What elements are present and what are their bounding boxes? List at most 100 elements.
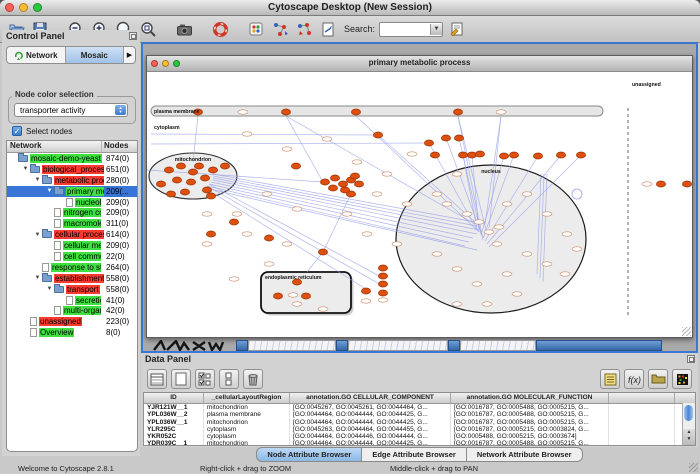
node-label-oval[interactable] — [372, 192, 382, 196]
table-row[interactable]: YPL036W__2plasma membrane[GO:0044464, GO… — [144, 411, 695, 418]
heatmap-icon[interactable] — [672, 369, 692, 389]
node-label-oval[interactable] — [292, 302, 302, 306]
node-label-oval[interactable] — [378, 298, 388, 302]
node-label-oval[interactable] — [562, 232, 572, 236]
network-node[interactable] — [281, 109, 290, 115]
attribute-select-icon[interactable] — [147, 369, 167, 389]
plugin-grid-icon[interactable] — [246, 20, 266, 39]
tab-node-attribute-browser[interactable]: Node Attribute Browser — [256, 447, 362, 462]
table-cell[interactable]: [GO:0045263, GO:0044464, GO:0044455, G..… — [290, 426, 451, 433]
table-cell[interactable]: YLR295C — [144, 426, 204, 433]
delete-attribute-icon[interactable] — [243, 369, 263, 389]
attribute-list-icon[interactable] — [600, 369, 620, 389]
new-attribute-icon[interactable] — [171, 369, 191, 389]
tab-network[interactable]: Network — [7, 47, 66, 63]
table-cell[interactable]: cytoplasm — [204, 433, 290, 440]
network-node[interactable] — [176, 163, 185, 169]
node-label-oval[interactable] — [484, 230, 494, 234]
network-node[interactable] — [656, 181, 665, 187]
table-cell[interactable] — [609, 440, 675, 446]
tree-row[interactable]: ▼primary metabolic process209(... — [7, 186, 137, 197]
network-node[interactable] — [576, 152, 585, 158]
network-node[interactable] — [180, 189, 189, 195]
network-node[interactable] — [378, 265, 387, 271]
node-label-oval[interactable] — [472, 282, 482, 286]
table-column-header[interactable]: ID — [144, 393, 204, 403]
network-node[interactable] — [291, 163, 300, 169]
import-folder-icon[interactable] — [648, 369, 668, 389]
table-column-header[interactable]: annotation.GO MOLECULAR_FUNCTION — [451, 393, 609, 403]
node-label-oval[interactable] — [402, 202, 412, 206]
network-node[interactable] — [206, 193, 215, 199]
network-node[interactable] — [328, 185, 337, 191]
tab-network-attribute-browser[interactable]: Network Attribute Browser — [467, 447, 583, 462]
table-cell[interactable]: YDR039C__1 — [144, 440, 204, 446]
search-dropdown-arrow[interactable]: ▼ — [430, 24, 442, 35]
node-label-oval[interactable] — [452, 267, 462, 271]
network-node[interactable] — [164, 167, 173, 173]
node-label-oval[interactable] — [282, 242, 292, 246]
table-row[interactable]: YLR295Ccytoplasm[GO:0045263, GO:0044464,… — [144, 426, 695, 433]
network-node[interactable] — [556, 152, 565, 158]
snapshot-icon[interactable] — [174, 20, 194, 39]
node-label-oval[interactable] — [292, 207, 302, 211]
node-label-oval[interactable] — [452, 172, 462, 176]
help-icon[interactable] — [210, 20, 230, 39]
network-node[interactable] — [499, 153, 508, 159]
network-node[interactable] — [454, 135, 463, 141]
table-cell[interactable]: mitochondrion — [204, 404, 290, 411]
node-label-oval[interactable] — [482, 302, 492, 306]
table-cell[interactable] — [609, 404, 675, 411]
network-node[interactable] — [453, 109, 462, 115]
node-label-oval[interactable] — [474, 220, 484, 224]
network-node[interactable] — [378, 273, 387, 279]
tab-overflow-arrow[interactable]: ▶ — [124, 47, 135, 63]
tree-row[interactable]: nitrogen compound209(0) — [7, 207, 137, 218]
network-node[interactable] — [301, 293, 310, 299]
table-cell[interactable] — [609, 411, 675, 418]
network-node[interactable] — [318, 249, 327, 255]
layout-2-icon[interactable] — [294, 20, 314, 39]
formula-icon[interactable]: f(x) — [624, 369, 644, 389]
search-input[interactable]: ▼ — [379, 22, 443, 37]
network-node[interactable] — [206, 231, 215, 237]
table-cell[interactable]: cytoplasm — [204, 426, 290, 433]
network-node[interactable] — [200, 175, 209, 181]
tab-edge-attribute-browser[interactable]: Edge Attribute Browser — [362, 447, 466, 462]
network-node[interactable] — [338, 181, 347, 187]
node-label-oval[interactable] — [382, 172, 392, 176]
table-row[interactable]: YDR039C__1mitochondrion[GO:0044464, GO:0… — [144, 440, 695, 446]
node-label-oval[interactable] — [392, 242, 402, 246]
table-cell[interactable]: [GO:0005488, GO:0005215, GO:0003674] — [451, 433, 609, 440]
network-node[interactable] — [220, 163, 229, 169]
table-row[interactable]: YKR052Ccytoplasm[GO:0044464, GO:0044446,… — [144, 433, 695, 440]
node-label-oval[interactable] — [442, 202, 452, 206]
node-label-oval[interactable] — [262, 192, 272, 196]
tree-row[interactable]: ▼metabolic process280(0) — [7, 175, 137, 186]
node-label-oval[interactable] — [288, 293, 298, 297]
node-label-oval[interactable] — [522, 192, 532, 196]
network-node[interactable] — [273, 293, 282, 299]
node-label-oval[interactable] — [452, 302, 462, 306]
table-cell[interactable]: [GO:0044464, GO:0044446, GO:0044444, G..… — [290, 433, 451, 440]
network-node[interactable] — [194, 163, 203, 169]
table-cell[interactable]: mitochondrion — [204, 440, 290, 446]
table-cell[interactable]: [GO:0044464, GO:0044444, GO:0044425, G..… — [290, 411, 451, 418]
tree-row[interactable]: multi-organism process42(0) — [7, 305, 137, 316]
tree-column-nodes[interactable]: Nodes — [102, 141, 137, 152]
tree-row[interactable]: mosaic-demo-yeast874(0) — [7, 153, 137, 164]
node-label-oval[interactable] — [462, 212, 472, 216]
network-node[interactable] — [682, 181, 691, 187]
network-window-titlebar[interactable]: primary metabolic process — [147, 56, 692, 72]
network-node[interactable] — [373, 132, 382, 138]
tree-row[interactable]: nucleobase-containing209(0) — [7, 197, 137, 208]
network-node[interactable] — [330, 175, 339, 181]
node-label-oval[interactable] — [242, 132, 252, 136]
float-data-panel-icon[interactable] — [687, 355, 695, 363]
tree-row[interactable]: unassigned223(0) — [7, 316, 137, 327]
window-resize-grip-icon[interactable] — [689, 463, 698, 472]
network-node[interactable] — [264, 235, 273, 241]
node-label-oval[interactable] — [232, 212, 242, 216]
network-node[interactable] — [424, 140, 433, 146]
node-label-oval[interactable] — [362, 232, 372, 236]
